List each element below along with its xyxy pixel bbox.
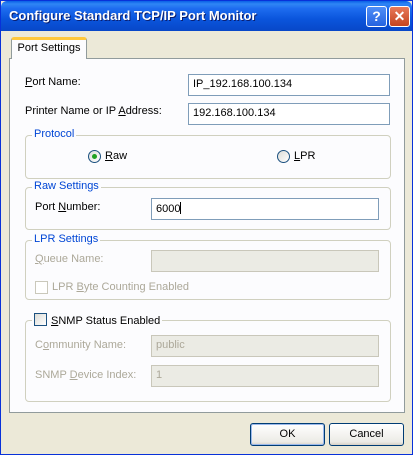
- raw-settings-legend: Raw Settings: [32, 180, 101, 192]
- port-name-label: Port Name:: [25, 76, 81, 88]
- protocol-group: [25, 135, 391, 179]
- close-button[interactable]: ✕: [389, 6, 410, 27]
- port-number-input[interactable]: 6000: [151, 198, 379, 220]
- ok-button[interactable]: OK: [250, 423, 325, 446]
- port-number-label: Port Number:: [35, 201, 101, 213]
- radio-selected-dot: [92, 154, 97, 159]
- lpr-radio[interactable]: [277, 150, 290, 163]
- community-name-input[interactable]: public: [151, 335, 379, 357]
- text-caret: [180, 202, 182, 214]
- window-title: Configure Standard TCP/IP Port Monitor: [9, 8, 257, 23]
- raw-radio-label[interactable]: Raw: [105, 150, 127, 162]
- protocol-legend: Protocol: [32, 128, 77, 140]
- help-button[interactable]: ?: [366, 6, 387, 27]
- lpr-settings-legend: LPR Settings: [32, 233, 101, 245]
- device-index-input[interactable]: 1: [151, 365, 379, 387]
- printer-address-label: Printer Name or IP Address:: [25, 105, 162, 117]
- printer-address-input[interactable]: 192.168.100.134: [188, 103, 390, 125]
- lpr-radio-label[interactable]: LPR: [294, 150, 315, 162]
- port-name-input[interactable]: IP_192.168.100.134: [188, 74, 390, 96]
- snmp-group: [25, 320, 391, 402]
- snmp-enabled-checkbox[interactable]: [34, 313, 47, 326]
- cancel-button[interactable]: Cancel: [329, 423, 404, 446]
- port-number-value: 6000: [156, 203, 181, 215]
- snmp-legend: SNMP Status Enabled: [32, 313, 163, 327]
- title-bar[interactable]: Configure Standard TCP/IP Port Monitor ?…: [1, 1, 412, 31]
- dialog-window: Configure Standard TCP/IP Port Monitor ?…: [0, 0, 413, 455]
- queue-name-input[interactable]: [151, 250, 379, 272]
- device-index-label: SNMP Device Index:: [35, 369, 137, 381]
- tab-port-settings[interactable]: Port Settings: [11, 37, 87, 59]
- lpr-byte-counting-label: LPR Byte Counting Enabled: [52, 281, 189, 293]
- port-settings-panel: Port Name: IP_192.168.100.134 Printer Na…: [9, 58, 405, 413]
- lpr-byte-counting-checkbox[interactable]: [35, 281, 48, 294]
- queue-name-label: Queue Name:: [35, 253, 104, 265]
- community-name-label: Community Name:: [35, 339, 127, 351]
- raw-radio[interactable]: [88, 150, 101, 163]
